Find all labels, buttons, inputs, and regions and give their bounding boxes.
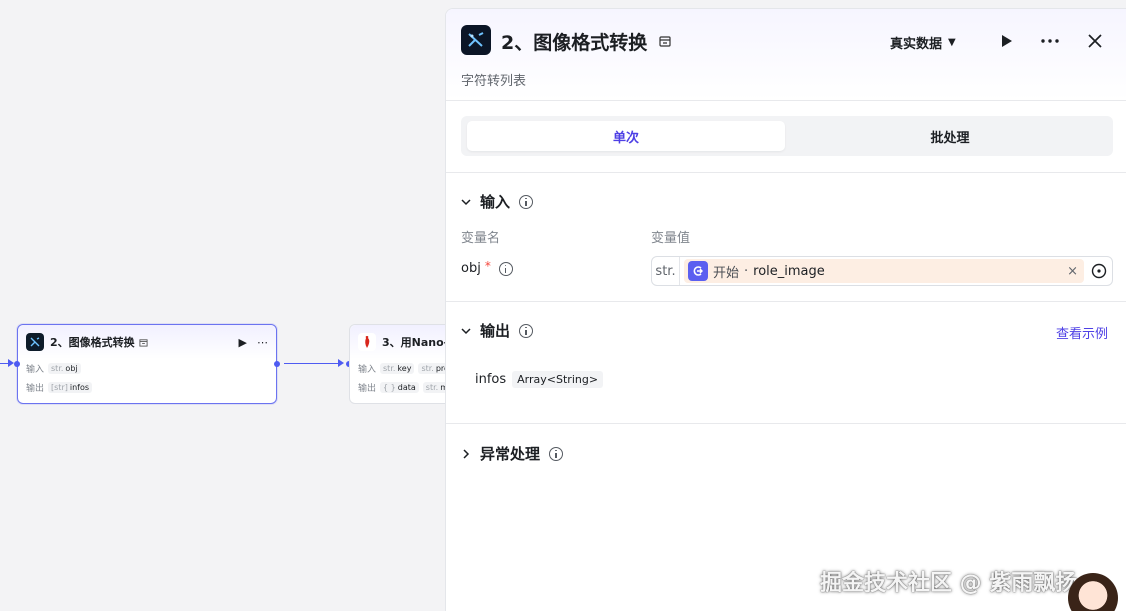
ref-variable: role_image bbox=[753, 263, 825, 279]
output-section-header[interactable]: 输出 bbox=[461, 320, 534, 341]
node-header: 2、图像格式转换 ▶ ⋯ bbox=[18, 325, 276, 359]
node-title: 2、图像格式转换 bbox=[50, 336, 135, 349]
data-mode-label: 真实数据 bbox=[890, 37, 943, 52]
output-tag: [str] infos bbox=[48, 382, 93, 393]
input-tag: str. obj bbox=[48, 363, 81, 374]
node-title: 3、用Nano- bbox=[382, 336, 445, 349]
variable-picker-button[interactable] bbox=[1090, 262, 1108, 280]
store-icon bbox=[659, 36, 671, 47]
output-port[interactable] bbox=[274, 361, 280, 367]
variable-reference-chip[interactable]: 开始 · role_image × bbox=[684, 259, 1084, 283]
node-header: 3、用Nano- bbox=[350, 325, 445, 359]
node-detail-panel: 2、图像格式转换 字符转列表 真实数据 ▼ 单次 批处理 输入 变量名 变量值 … bbox=[445, 8, 1126, 611]
input-tag: str. key bbox=[380, 363, 415, 374]
view-example-link[interactable]: 查看示例 bbox=[1056, 323, 1108, 342]
info-icon[interactable] bbox=[498, 261, 513, 276]
type-label: str. bbox=[383, 364, 396, 373]
section-title: 异常处理 bbox=[480, 445, 541, 463]
run-icon[interactable]: ▶ bbox=[239, 336, 247, 349]
node-input-row: 输入 str.key str.pro bbox=[350, 359, 445, 378]
info-icon[interactable] bbox=[549, 446, 564, 461]
tab-batch[interactable]: 批处理 bbox=[791, 121, 1109, 151]
tag-value: infos bbox=[69, 383, 90, 392]
chevron-right-icon bbox=[463, 448, 470, 459]
start-node-icon bbox=[688, 261, 708, 281]
output-var-type: Array<String> bbox=[512, 371, 604, 388]
input-var-name: obj * bbox=[461, 259, 513, 276]
input-label: 输入 bbox=[26, 365, 45, 375]
ref-source: 开始 bbox=[713, 265, 740, 281]
node-output-row: 输出 { } data str. m bbox=[350, 378, 445, 397]
node-output-row: 输出 [str] infos bbox=[18, 378, 276, 397]
output-var-name: infos bbox=[475, 372, 507, 387]
divider bbox=[446, 301, 1126, 302]
chevron-down-icon bbox=[461, 327, 471, 334]
type-label: str. bbox=[425, 383, 439, 392]
var-name-text: obj bbox=[461, 261, 481, 276]
column-variable-value: 变量值 bbox=[651, 231, 691, 246]
tag-value: key bbox=[397, 364, 412, 373]
node-connector bbox=[284, 363, 340, 364]
watermark: 掘金技术社区 @ 紫雨飘扬 bbox=[820, 571, 1078, 596]
tag-value: obj bbox=[65, 364, 78, 373]
play-icon bbox=[1002, 35, 1012, 47]
input-label: 输入 bbox=[358, 365, 377, 375]
workflow-canvas[interactable]: 2、图像格式转换 ▶ ⋯ 输入 str. obj 输出 [str] infos 3、… bbox=[0, 0, 445, 611]
caret-down-icon: ▼ bbox=[948, 37, 956, 48]
output-variable: infos Array<String> bbox=[475, 371, 604, 388]
node-input-row: 输入 str. obj bbox=[18, 359, 276, 378]
panel-header: 2、图像格式转换 字符转列表 真实数据 ▼ bbox=[446, 9, 1126, 101]
type-label: str. bbox=[51, 364, 64, 373]
output-label: 输出 bbox=[358, 384, 377, 394]
node-nano[interactable]: 3、用Nano- 输入 str.key str.pro 输出 { }data s… bbox=[349, 324, 445, 404]
output-label: 输出 bbox=[26, 384, 45, 394]
variable-value-field[interactable]: str. 开始 · role_image × bbox=[651, 256, 1113, 286]
input-tag: str.pro bbox=[418, 363, 445, 374]
connector-arrow bbox=[338, 359, 344, 367]
tab-single[interactable]: 单次 bbox=[467, 121, 785, 151]
chevron-down-icon bbox=[461, 198, 471, 205]
type-label: { } bbox=[383, 383, 396, 392]
target-icon bbox=[1091, 263, 1107, 279]
panel-title[interactable]: 2、图像格式转换 bbox=[501, 28, 647, 55]
tag-value: pro bbox=[435, 364, 445, 373]
run-mode-tabs: 单次 批处理 bbox=[461, 116, 1113, 156]
clear-icon[interactable]: × bbox=[1067, 264, 1078, 279]
section-title: 输入 bbox=[480, 193, 511, 211]
node-image-format-convert[interactable]: 2、图像格式转换 ▶ ⋯ 输入 str. obj 输出 [str] infos bbox=[17, 324, 277, 404]
more-icon[interactable]: ⋯ bbox=[257, 336, 268, 349]
section-title: 输出 bbox=[480, 322, 511, 340]
info-icon[interactable] bbox=[519, 323, 534, 338]
type-label: str. bbox=[421, 364, 434, 373]
type-label: [str] bbox=[51, 383, 68, 392]
output-tag: { } data bbox=[380, 382, 419, 393]
required-mark: * bbox=[484, 259, 491, 273]
divider bbox=[446, 423, 1126, 424]
type-prefix[interactable]: str. bbox=[652, 257, 680, 285]
plugin-icon bbox=[26, 333, 44, 351]
divider bbox=[446, 172, 1126, 173]
more-icon bbox=[1041, 39, 1059, 43]
store-icon bbox=[139, 338, 148, 347]
data-mode-dropdown[interactable]: 真实数据 ▼ bbox=[890, 33, 956, 52]
column-variable-name: 变量名 bbox=[461, 231, 501, 246]
plugin-icon bbox=[461, 25, 491, 55]
info-icon[interactable] bbox=[519, 194, 534, 209]
panel-description[interactable]: 字符转列表 bbox=[461, 70, 526, 89]
pepper-icon bbox=[358, 333, 376, 351]
ref-separator: · bbox=[744, 263, 749, 279]
exception-section-header[interactable]: 异常处理 bbox=[461, 443, 564, 464]
tag-value: data bbox=[397, 383, 416, 392]
close-icon bbox=[1088, 34, 1102, 48]
input-section-header[interactable]: 输入 bbox=[461, 191, 534, 212]
more-button[interactable] bbox=[1038, 29, 1062, 53]
input-port[interactable] bbox=[14, 361, 20, 367]
output-tag: str. m bbox=[422, 382, 445, 393]
close-button[interactable] bbox=[1083, 29, 1107, 53]
run-button[interactable] bbox=[994, 29, 1018, 53]
